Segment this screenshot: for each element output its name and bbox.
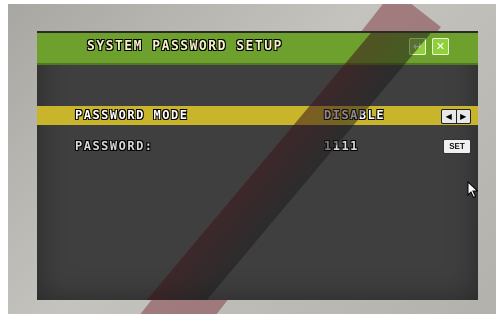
password-row: PASSWORD: 1111 SET — [37, 137, 478, 156]
window-title: SYSTEM PASSWORD SETUP — [87, 39, 283, 54]
mouse-cursor-icon — [467, 181, 478, 199]
osd-window: SYSTEM PASSWORD SETUP ↵ ✕ PASSWORD MODE … — [37, 31, 478, 300]
password-label: PASSWORD: — [75, 139, 154, 153]
set-password-button[interactable]: SET — [443, 139, 471, 154]
password-mode-label: PASSWORD MODE — [75, 108, 189, 122]
mode-stepper[interactable]: ◀ ▶ — [441, 109, 471, 124]
title-bar: SYSTEM PASSWORD SETUP ↵ ✕ — [37, 33, 478, 65]
arrow-right-icon[interactable]: ▶ — [455, 110, 471, 123]
password-mode-row[interactable]: PASSWORD MODE DISABLE ◀ ▶ — [37, 106, 478, 125]
close-icon[interactable]: ✕ — [432, 38, 449, 55]
return-icon[interactable]: ↵ — [409, 38, 426, 55]
password-value: 1111 — [324, 139, 359, 153]
arrow-left-icon[interactable]: ◀ — [442, 110, 456, 123]
password-mode-value: DISABLE — [324, 108, 386, 122]
